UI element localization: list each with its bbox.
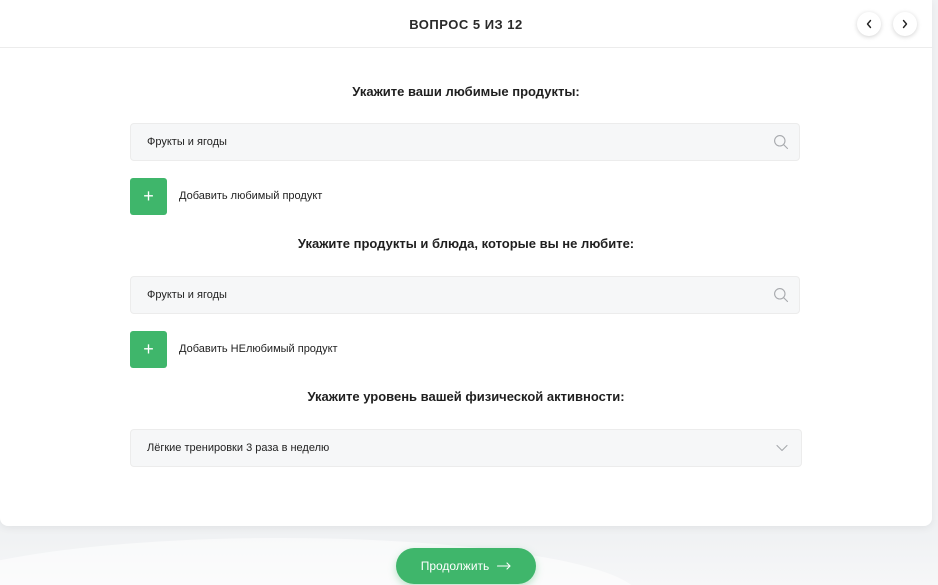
chevron-left-icon [866,19,872,29]
question-header: ВОПРОС 5 ИЗ 12 [0,0,932,48]
dislikes-search-field [130,276,800,314]
continue-button[interactable]: Продолжить [396,548,536,584]
chevron-down-icon [776,444,788,452]
add-disliked-button[interactable]: + [130,331,167,368]
next-question-button[interactable] [893,12,917,36]
dislikes-question-title: Укажите продукты и блюда, которые вы не … [297,236,635,251]
add-favorite-label[interactable]: Добавить любимый продукт [179,190,322,202]
add-disliked-label[interactable]: Добавить НЕлюбимый продукт [179,343,338,355]
arrow-right-icon [497,562,511,570]
search-icon[interactable] [773,287,789,303]
dislikes-search-input[interactable] [147,277,747,313]
continue-label: Продолжить [420,559,490,573]
plus-icon: + [143,339,154,359]
chevron-right-icon [902,19,908,29]
previous-question-button[interactable] [857,12,881,36]
favorites-question-title: Укажите ваши любимые продукты: [352,84,580,99]
plus-icon: + [143,186,154,206]
activity-selected-value: Лёгкие тренировки 3 раза в неделю [147,442,330,454]
favorites-search-input[interactable] [147,124,747,160]
activity-level-select[interactable]: Лёгкие тренировки 3 раза в неделю [130,429,802,467]
activity-question-title: Укажите уровень вашей физической активно… [307,389,625,404]
search-icon[interactable] [773,134,789,150]
question-card: ВОПРОС 5 ИЗ 12 Укажите ваши любимые прод… [0,0,932,526]
add-favorite-button[interactable]: + [130,178,167,215]
favorites-search-field [130,123,800,161]
question-progress: ВОПРОС 5 ИЗ 12 [409,17,523,32]
